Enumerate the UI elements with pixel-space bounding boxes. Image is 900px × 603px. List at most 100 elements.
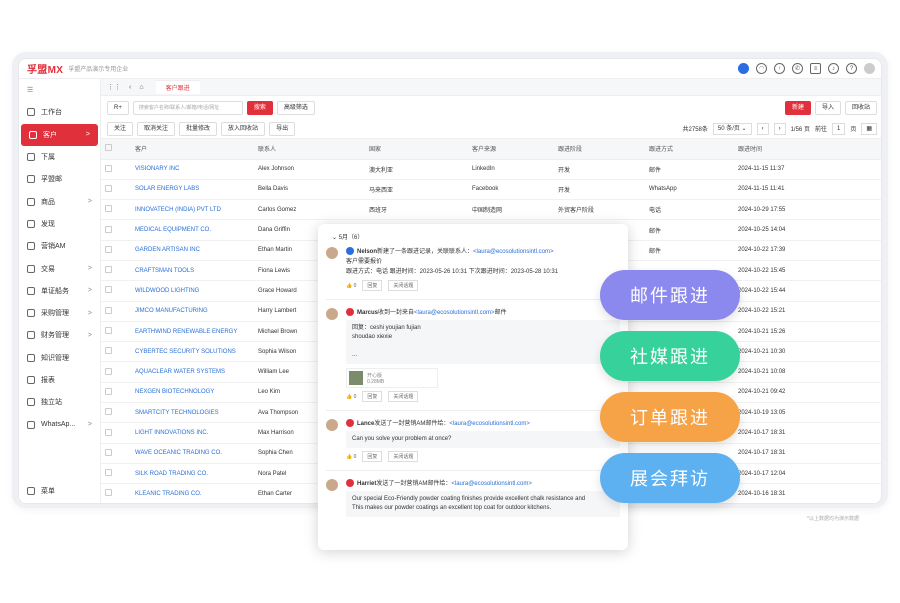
customer-name-link[interactable]: SOLAR ENERGY LABS (131, 179, 254, 201)
column-header[interactable]: 跟进阶段 (554, 139, 645, 160)
customer-name-link[interactable]: SILK ROAD TRADING CO. (131, 463, 254, 485)
row-checkbox[interactable] (101, 402, 131, 424)
new-button[interactable]: 新建 (784, 100, 811, 115)
sidebar-item-customer[interactable]: 客户 > (21, 123, 98, 146)
move-to-recycle-button[interactable]: 放入回收站 (221, 121, 266, 136)
row-checkbox[interactable] (101, 361, 131, 383)
row-checkbox[interactable] (101, 463, 131, 485)
customer-name-link[interactable]: MEDICAL EQUIPMENT CO. (131, 219, 254, 241)
sidebar-item-product[interactable]: 商品 > (19, 190, 100, 212)
page-size-select[interactable]: 50 条/页 ⌄ (712, 122, 752, 135)
recycle-bin-button[interactable]: 回收站 (844, 100, 877, 115)
like-button[interactable]: 👍 0 (346, 454, 356, 460)
entry-email-link[interactable]: <laura@ecosolutionsintl.com> (449, 421, 529, 427)
column-settings-icon[interactable]: ▦ (861, 122, 877, 135)
customer-name-link[interactable]: WILDWOOD LIGHTING (131, 280, 254, 302)
whatsapp-icon[interactable]: ✆ (792, 63, 803, 74)
sidebar-item-purchase[interactable]: 采购管理 > (19, 302, 100, 324)
entry-email-link[interactable]: <laura@ecosolutionsintl.com> (414, 310, 494, 316)
sidebar-item-trade[interactable]: 交易 > (19, 257, 100, 279)
tab-customer-followup[interactable]: 客户跟进 (155, 80, 200, 94)
table-row[interactable]: SOLAR ENERGY LABS Bella Davis 马来西亚 Facebook… (101, 179, 881, 201)
customer-name-link[interactable]: LIGHT INNOVATIONS INC. (131, 422, 254, 444)
row-checkbox[interactable] (101, 199, 131, 221)
sidebar-item-report[interactable]: 报表 (19, 369, 100, 391)
unfollow-button[interactable]: 取消关注 (137, 121, 176, 136)
row-checkbox[interactable] (101, 219, 131, 241)
column-header[interactable]: 客户 (131, 139, 254, 160)
row-checkbox[interactable] (101, 382, 131, 404)
row-checkbox[interactable] (101, 483, 131, 503)
customer-name-link[interactable]: WAVE OCEANIC TRADING CO. (131, 443, 254, 464)
entry-author[interactable]: Harriet (357, 481, 376, 487)
attachment[interactable]: 开心版 0.28MB (346, 368, 438, 388)
entry-email-link[interactable]: <laura@ecosolutionsintl.com> (473, 249, 553, 255)
row-checkbox[interactable] (101, 179, 131, 201)
reply-button[interactable]: 回复 (362, 391, 383, 402)
column-header[interactable]: 跟进时间 (734, 139, 881, 160)
user-icon[interactable] (864, 63, 875, 74)
column-header[interactable]: 国家 (365, 139, 468, 160)
reply-button[interactable]: 回复 (362, 451, 383, 462)
search-button[interactable]: 搜索 (246, 100, 273, 115)
list-icon[interactable]: ≡ (810, 63, 821, 74)
bell-icon[interactable]: ♪ (828, 63, 839, 74)
search-input[interactable]: 搜索客户名称/联系人/邮箱/电话/网址 (132, 100, 243, 115)
sidebar-item-site[interactable]: 独立站 (19, 391, 100, 413)
like-button[interactable]: 👍 0 (346, 283, 356, 289)
sidebar-item-knowledge[interactable]: 知识管理 (19, 347, 100, 369)
sidebar-item-menu[interactable]: 菜单 (19, 480, 100, 502)
row-checkbox[interactable] (101, 301, 131, 322)
close-topic-button[interactable]: 关闭话题 (388, 280, 419, 291)
close-topic-button[interactable]: 关闭话题 (388, 451, 419, 462)
back-icon[interactable]: ‹ (129, 84, 131, 91)
home-icon[interactable]: ⌂ (139, 84, 143, 91)
close-topic-button[interactable]: 关闭话题 (388, 391, 419, 402)
customer-name-link[interactable]: CYBERTEC SECURITY SOLUTIONS (131, 341, 254, 363)
customer-name-link[interactable]: KLEANIC TRADING CO. (131, 483, 254, 503)
prev-page-button[interactable]: ‹ (756, 122, 769, 135)
sidebar-collapse[interactable]: ☰ (19, 79, 100, 101)
sidebar-item-document[interactable]: 单证船务 > (19, 280, 100, 302)
headset-icon[interactable]: ◠ (756, 63, 767, 74)
eye-icon[interactable] (738, 63, 749, 74)
row-checkbox[interactable] (101, 260, 131, 282)
upload-icon[interactable]: ↑ (774, 63, 785, 74)
export-button[interactable]: 导出 (269, 121, 296, 136)
grid-icon[interactable]: ⋮⋮ (107, 83, 121, 91)
customer-name-link[interactable]: GARDEN ARTISAN INC (131, 240, 254, 261)
row-checkbox[interactable] (101, 321, 131, 343)
customer-name-link[interactable]: CRAFTSMAN TOOLS (131, 260, 254, 282)
select-all-checkbox[interactable] (101, 139, 131, 160)
reply-button[interactable]: 回复 (362, 280, 383, 291)
row-checkbox[interactable] (101, 240, 131, 261)
column-header[interactable]: 跟进方式 (645, 139, 734, 160)
sidebar-item-discover[interactable]: 发现 (19, 213, 100, 235)
goto-page-input[interactable]: 1 (831, 122, 846, 135)
table-row[interactable]: VISIONARY INC Alex Johnson 澳大利亚 LinkedIn 开发邮… (101, 159, 881, 180)
customer-name-link[interactable]: SMARTCITY TECHNOLOGIES (131, 402, 254, 424)
help-icon[interactable]: ? (846, 63, 857, 74)
follow-button[interactable]: 关注 (107, 121, 134, 136)
customer-name-link[interactable]: NEXGEN BIOTECHNOLOGY (131, 382, 254, 404)
row-checkbox[interactable] (101, 280, 131, 302)
sidebar-item-whatsapp[interactable]: WhatsAp... > (19, 413, 100, 435)
sidebar-item-subordinate[interactable]: 下属 (19, 146, 100, 168)
entry-author[interactable]: Lance (357, 421, 374, 427)
entry-author[interactable]: Nelson (357, 249, 377, 255)
customer-name-link[interactable]: JIMCO MANUFACTURING (131, 301, 254, 322)
import-button[interactable]: 导入 (814, 100, 841, 115)
customer-name-link[interactable]: AQUACLEAR WATER SYSTEMS (131, 361, 254, 383)
customer-name-link[interactable]: VISIONARY INC (131, 159, 254, 180)
sidebar-item-mail[interactable]: 孚盟邮 (19, 168, 100, 190)
sidebar-item-home[interactable]: 工作台 (19, 101, 100, 123)
row-checkbox[interactable] (101, 443, 131, 464)
like-button[interactable]: 👍 0 (346, 394, 356, 400)
column-header[interactable]: 联系人 (254, 139, 365, 160)
entry-author[interactable]: Marcus (357, 310, 378, 316)
customer-name-link[interactable]: INNOVATECH (INDIA) PVT LTD (131, 199, 254, 221)
entry-email-link[interactable]: <laura@ecosolutionsintl.com> (451, 481, 531, 487)
row-checkbox[interactable] (101, 159, 131, 180)
next-page-button[interactable]: › (773, 122, 786, 135)
row-checkbox[interactable] (101, 422, 131, 444)
